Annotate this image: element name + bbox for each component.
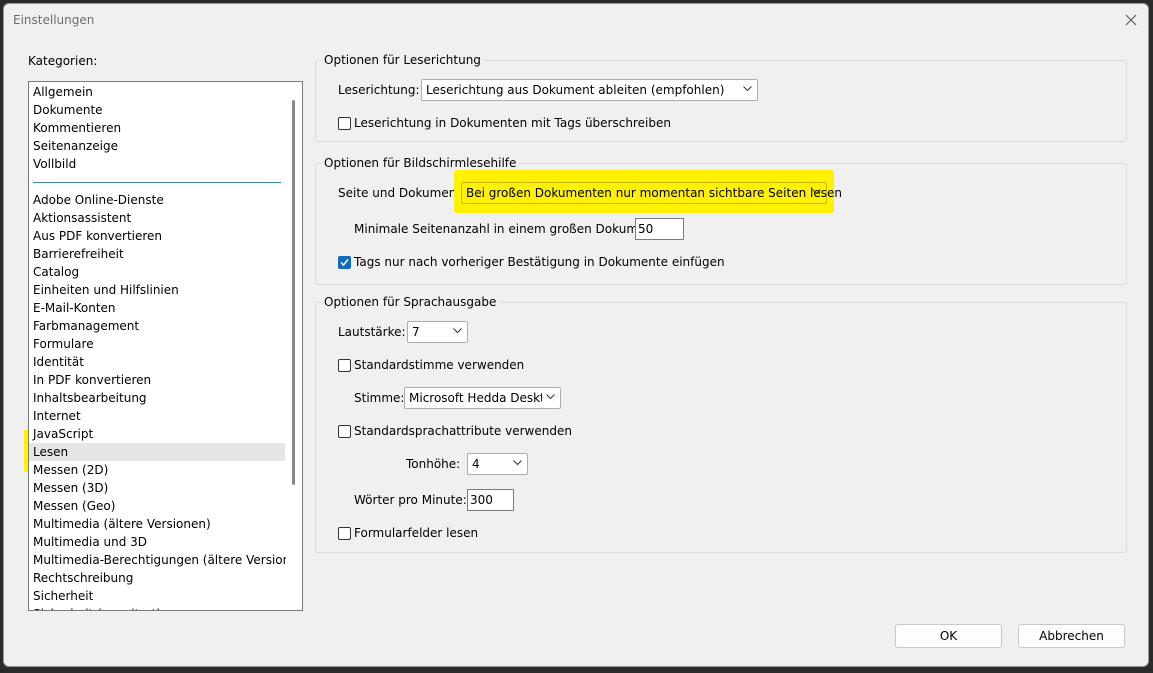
category-item[interactable]: Formulare <box>33 335 94 353</box>
category-item[interactable]: Multimedia und 3D <box>33 533 147 551</box>
window-title: Einstellungen <box>13 13 95 27</box>
words-per-minute-label: Wörter pro Minute: <box>354 493 467 507</box>
category-item[interactable]: Barrierefreiheit <box>33 245 124 263</box>
category-item[interactable]: Allgemein <box>33 83 93 101</box>
category-item[interactable]: Multimedia-Berechtigungen (ältere Versio… <box>33 551 302 569</box>
page-and-document-label: Seite und Dokument: <box>338 186 466 200</box>
page-and-document-dropdown[interactable]: Bei großen Dokumenten nur momentan sicht… <box>461 182 842 204</box>
categories-label: Kategorien: <box>28 54 98 68</box>
category-item[interactable]: Einheiten und Hilfslinien <box>33 281 179 299</box>
chevron-down-icon <box>743 86 752 92</box>
ok-button[interactable]: OK <box>895 624 1002 648</box>
preferences-dialog: Einstellungen Kategorien: Allgemein Dokum… <box>3 3 1149 667</box>
volume-dropdown[interactable]: 7 <box>407 321 468 343</box>
min-pages-label: Minimale Seitenanzahl in einem großen Do… <box>354 222 662 236</box>
checkmark-icon <box>340 259 349 267</box>
tags-confirmation-checkbox[interactable] <box>338 256 351 269</box>
words-per-minute-input[interactable]: 300 <box>467 489 514 511</box>
pitch-value: 4 <box>472 457 480 471</box>
categories-scrollbar[interactable] <box>286 82 302 610</box>
category-item[interactable]: Multimedia (ältere Versionen) <box>33 515 211 533</box>
default-speech-attributes-label: Standardsprachattribute verwenden <box>354 424 572 438</box>
list-separator <box>33 182 281 183</box>
pitch-dropdown[interactable]: 4 <box>467 453 528 475</box>
categories-listbox[interactable]: Allgemein Dokumente Kommentieren Seitenanze… <box>28 81 303 611</box>
words-per-minute-value: 300 <box>470 493 493 507</box>
category-item[interactable]: Sicherheit <box>33 587 93 605</box>
reading-order-value: Leserichtung aus Dokument ableiten (empf… <box>426 83 725 97</box>
chevron-down-icon <box>812 189 821 195</box>
category-item[interactable]: Identität <box>33 353 84 371</box>
voice-dropdown[interactable]: Microsoft Hedda Desktop - German <box>404 387 561 409</box>
default-speech-attributes-checkbox[interactable] <box>338 425 351 438</box>
reading-order-dropdown[interactable]: Leserichtung aus Dokument ableiten (empf… <box>421 79 758 101</box>
category-item[interactable]: Rechtschreibung <box>33 569 133 587</box>
category-item[interactable]: Messen (3D) <box>33 479 108 497</box>
default-voice-label: Standardstimme verwenden <box>354 358 525 372</box>
close-button[interactable] <box>1118 8 1144 32</box>
min-pages-input[interactable]: 50 <box>635 218 684 240</box>
scrollbar-thumb[interactable] <box>292 100 295 485</box>
min-pages-value: 50 <box>638 222 654 236</box>
category-item[interactable]: In PDF konvertieren <box>33 371 151 389</box>
chevron-down-icon <box>513 460 522 466</box>
chevron-down-icon <box>453 328 462 334</box>
category-item[interactable]: Lesen <box>29 443 285 461</box>
close-icon <box>1125 14 1137 26</box>
category-item[interactable]: Catalog <box>33 263 79 281</box>
category-item[interactable]: Dokumente <box>33 101 103 119</box>
category-item[interactable]: Kommentieren <box>33 119 121 137</box>
volume-label: Lautstärke: <box>338 325 406 339</box>
category-item[interactable]: Farbmanagement <box>33 317 139 335</box>
category-item[interactable]: Adobe Online-Dienste <box>33 191 164 209</box>
volume-value: 7 <box>412 325 420 339</box>
override-reading-order-checkbox[interactable] <box>338 117 351 130</box>
category-item[interactable]: Messen (2D) <box>33 461 108 479</box>
tags-confirmation-label: Tags nur nach vorheriger Bestätigung in … <box>354 255 725 269</box>
category-item[interactable]: Messen (Geo) <box>33 497 115 515</box>
category-item[interactable]: Aus PDF konvertieren <box>33 227 162 245</box>
screen-reader-group-title: Optionen für Bildschirmlesehilfe <box>321 156 520 170</box>
category-item[interactable]: E-Mail-Konten <box>33 299 116 317</box>
category-item[interactable]: Aktionsassistent <box>33 209 131 227</box>
page-and-document-value: Bei großen Dokumenten nur momentan sicht… <box>466 186 842 200</box>
voice-label: Stimme: <box>354 391 405 405</box>
read-form-fields-label: Formularfelder lesen <box>354 526 479 540</box>
voice-value: Microsoft Hedda Desktop - German <box>409 391 542 405</box>
category-item[interactable]: Vollbild <box>33 155 76 173</box>
read-form-fields-checkbox[interactable] <box>338 527 351 540</box>
category-item[interactable]: Inhaltsbearbeitung <box>33 389 147 407</box>
reading-order-label: Leserichtung: <box>338 83 420 97</box>
cancel-button[interactable]: Abbrechen <box>1018 624 1125 648</box>
speech-group-title: Optionen für Sprachausgabe <box>321 295 500 309</box>
override-reading-order-label: Leserichtung in Dokumenten mit Tags über… <box>354 116 671 130</box>
reading-order-group-title: Optionen für Leserichtung <box>321 53 484 67</box>
category-item[interactable]: JavaScript <box>33 425 93 443</box>
title-bar: Einstellungen <box>4 4 1148 38</box>
category-item[interactable]: Internet <box>33 407 81 425</box>
category-item[interactable]: Sicherheit (erweitert) <box>33 605 161 610</box>
default-voice-checkbox[interactable] <box>338 359 351 372</box>
chevron-down-icon <box>546 394 555 400</box>
category-item[interactable]: Seitenanzeige <box>33 137 118 155</box>
pitch-label: Tonhöhe: <box>406 457 461 471</box>
